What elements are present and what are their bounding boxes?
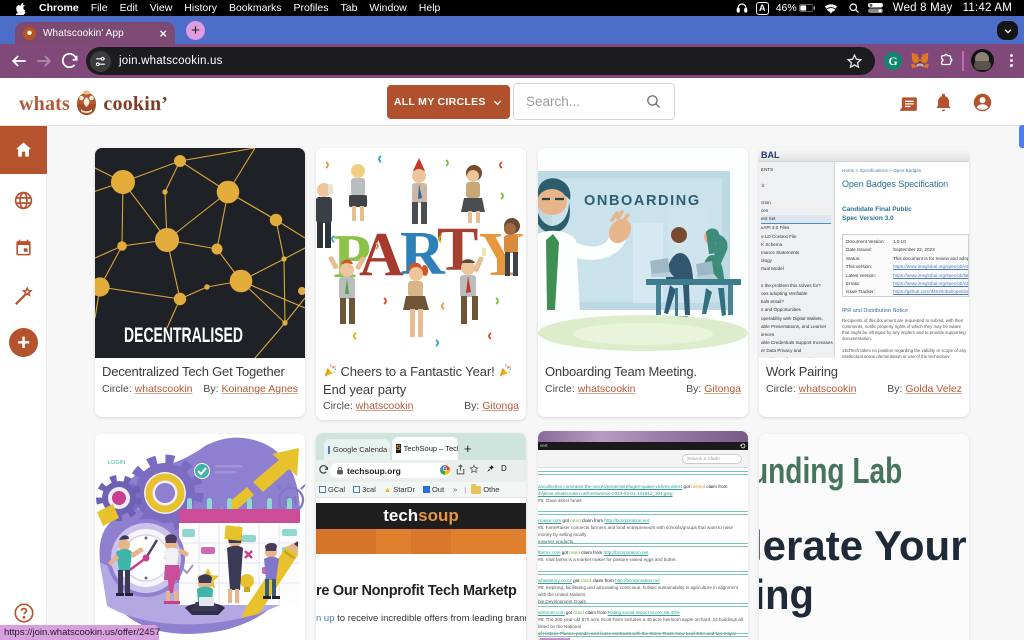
svg-text:LOGIN: LOGIN [108,460,125,466]
svg-text:A: A [359,221,404,289]
svg-text:ONBOARDING: ONBOARDING [584,193,701,209]
svg-text:T: T [437,216,478,284]
svg-text:DECENTRALISED: DECENTRALISED [124,324,243,347]
